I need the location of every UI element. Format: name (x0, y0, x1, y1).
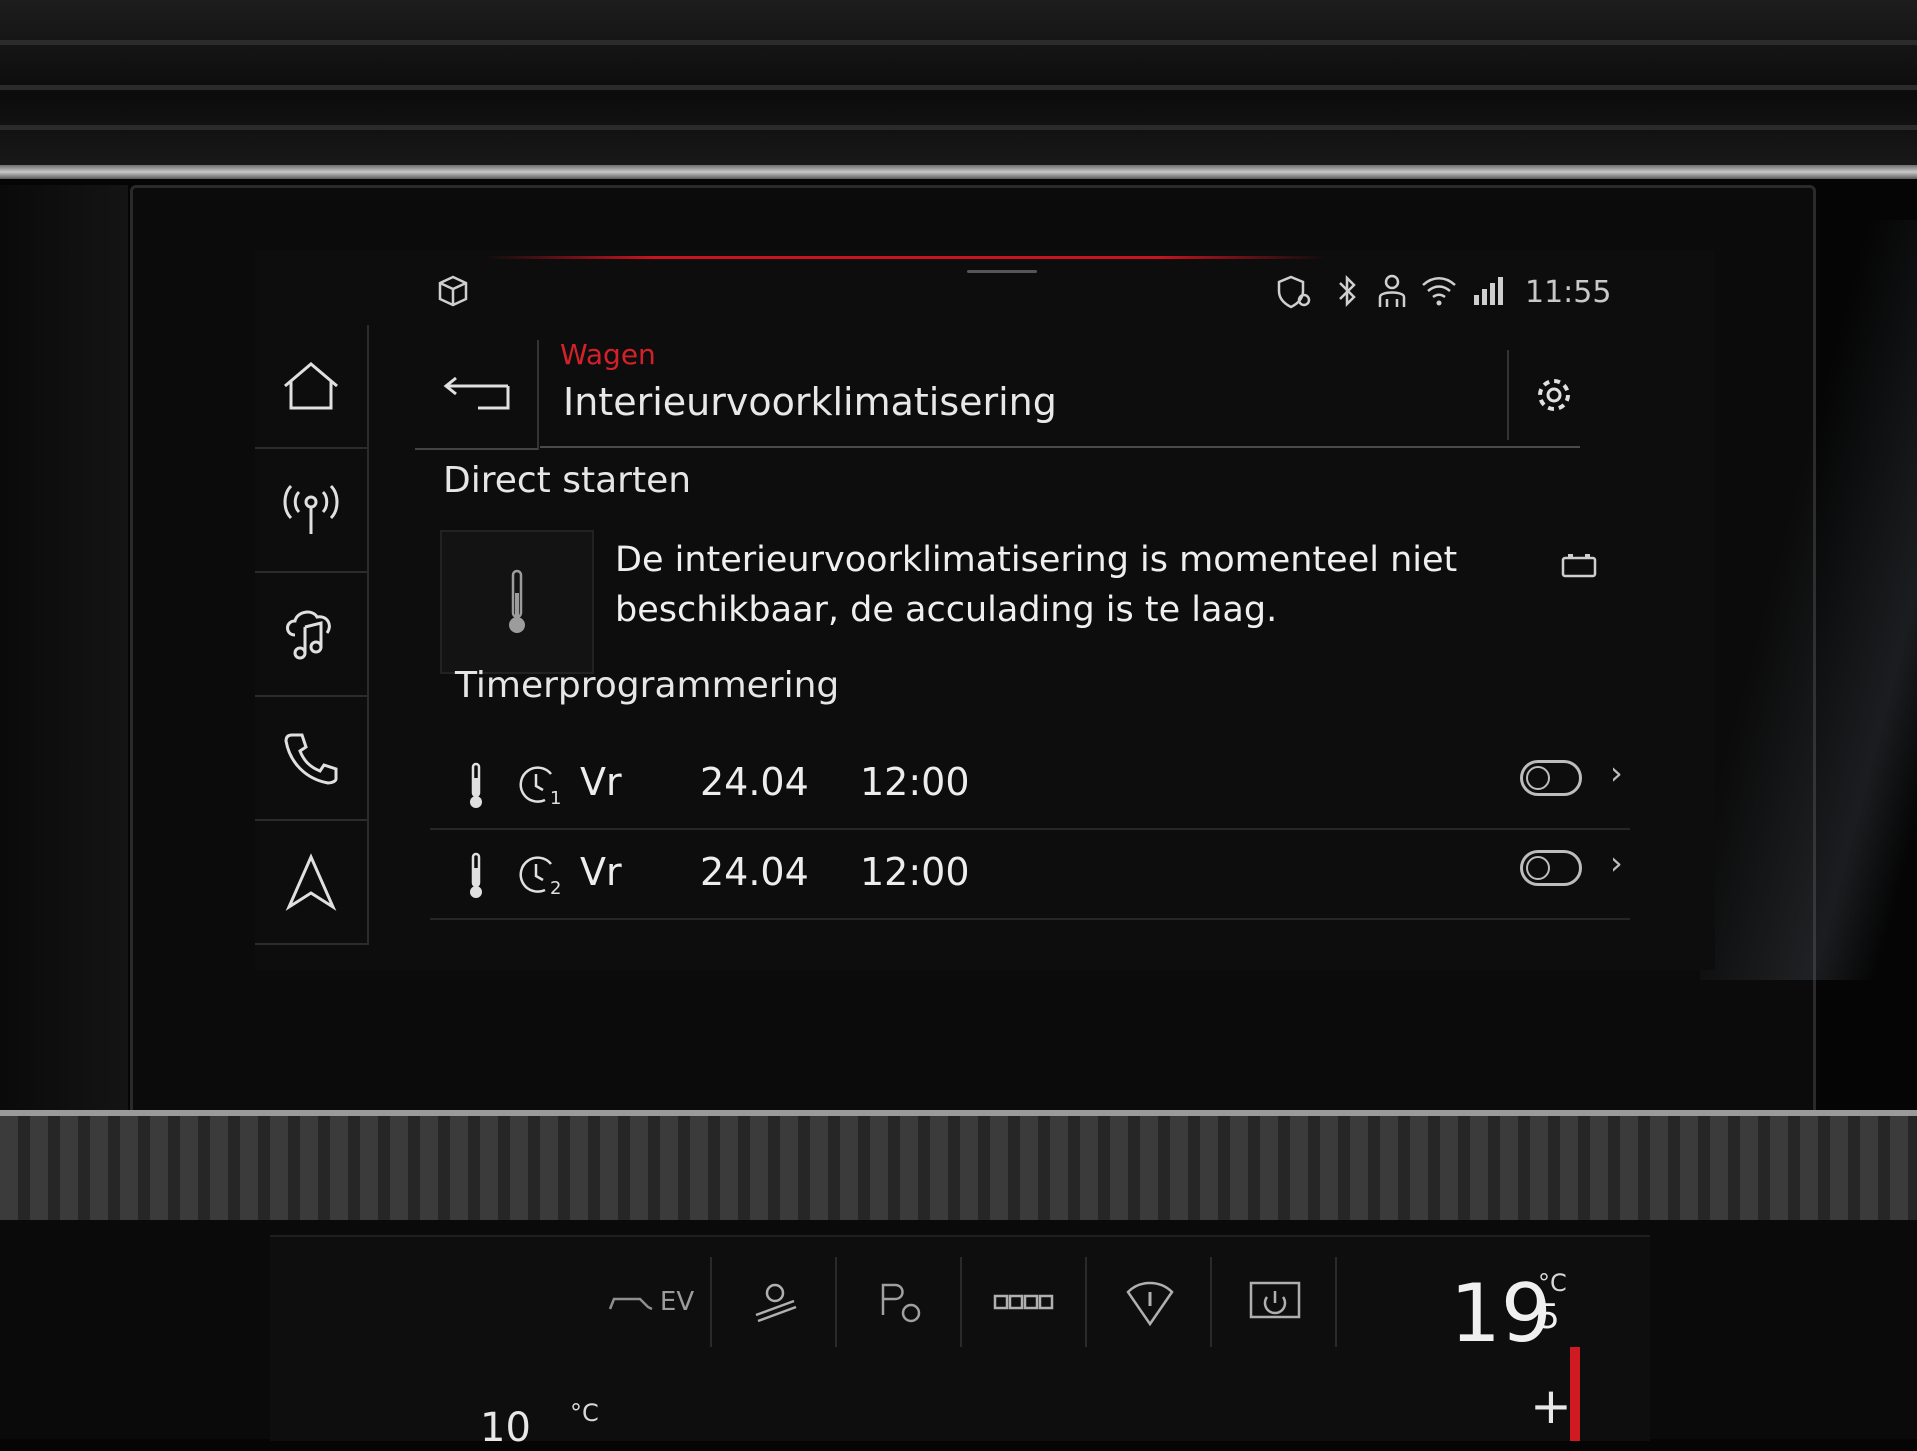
timer-day: Vr (580, 760, 622, 804)
side-navigation (255, 325, 369, 955)
location-shield-icon (1275, 273, 1313, 315)
chrome-trim (0, 165, 1917, 179)
glass-reflection (1700, 220, 1917, 980)
ev-label: EV (659, 1287, 695, 1317)
temperature-right[interactable]: 19 (1450, 1267, 1552, 1360)
chevron-right-icon[interactable]: › (1610, 844, 1623, 882)
parking-icon (881, 1283, 921, 1323)
navigation-arrow-icon (285, 853, 337, 911)
timer-toggle[interactable] (1520, 850, 1582, 886)
timer-number: 1 (550, 788, 562, 809)
timer-time: 12:00 (860, 850, 970, 894)
temperature-left-unit: °C (570, 1399, 599, 1427)
drive-select-icon (755, 1283, 797, 1323)
signal-strength-icon (1470, 273, 1506, 313)
thermometer-icon (465, 852, 487, 904)
back-arrow-icon (443, 376, 510, 410)
temperature-indicator-bar (1570, 1347, 1580, 1441)
breadcrumb[interactable]: Wagen (560, 338, 656, 371)
dashboard-top (0, 0, 1917, 175)
power-screen-icon (1249, 1281, 1301, 1319)
wifi-icon (1420, 273, 1458, 311)
screen-off-button[interactable] (1215, 1257, 1337, 1347)
left-panel (0, 185, 128, 1115)
temperature-decimal: 5 (1538, 1297, 1560, 1337)
status-bar: 11:55 (255, 265, 1715, 315)
car-icon (608, 1297, 653, 1311)
temperature-increase-button[interactable]: + (1530, 1377, 1572, 1435)
drive-select-button[interactable] (715, 1257, 837, 1347)
battery-icon (1560, 550, 1598, 584)
infotainment-screen: 11:55 Wagen Interieurvoorklimatisering D… (255, 250, 1715, 970)
seat-row-icon (993, 1294, 1054, 1310)
person-icon (1375, 273, 1409, 315)
chevron-right-icon[interactable]: › (1610, 754, 1623, 792)
vent-slat (0, 85, 1917, 90)
clock: 11:55 (1525, 275, 1612, 310)
hazard-lights-button[interactable] (965, 1257, 1087, 1347)
gear-icon (1538, 379, 1570, 411)
back-button[interactable] (415, 340, 539, 450)
timer-time: 12:00 (860, 760, 970, 804)
music-cloud-icon (286, 610, 331, 660)
cube-icon[interactable] (435, 273, 471, 313)
home-icon (284, 362, 338, 410)
phone-icon (284, 733, 338, 785)
page-title: Interieurvoorklimatisering (563, 380, 1057, 424)
textured-trim (0, 1110, 1917, 1226)
nav-media-button[interactable] (255, 573, 369, 697)
timer-row[interactable]: 1 Vr 24.04 12:00 › (430, 740, 1630, 830)
direct-start-heading: Direct starten (443, 460, 692, 501)
esc-off-button[interactable] (1090, 1257, 1212, 1347)
timer-date: 24.04 (700, 760, 809, 804)
timer-heading: Timerprogrammering (455, 665, 840, 706)
temperature-left[interactable]: 10 (480, 1405, 531, 1451)
timer-row[interactable]: 2 Vr 24.04 12:00 › (430, 830, 1630, 920)
timer-number: 2 (550, 878, 562, 899)
radio-antenna-icon (283, 484, 339, 534)
climate-screen: EV 19 °C 5 10 °C + (270, 1235, 1650, 1451)
nav-radio-button[interactable] (255, 449, 369, 573)
thermometer-icon (465, 762, 487, 814)
timer-date: 24.04 (700, 850, 809, 894)
ev-mode-button[interactable]: EV (590, 1257, 712, 1347)
bluetooth-icon (1335, 273, 1359, 313)
header-divider (540, 446, 1580, 448)
nav-home-button[interactable] (255, 325, 369, 449)
vent-slat (0, 40, 1917, 45)
thermometer-icon (509, 569, 525, 633)
nav-phone-button[interactable] (255, 697, 369, 821)
timer-day: Vr (580, 850, 622, 894)
stability-control-icon (1126, 1281, 1174, 1327)
accent-line (485, 256, 1325, 259)
settings-button[interactable] (1507, 350, 1599, 440)
vent-slat (0, 125, 1917, 130)
park-assist-button[interactable] (840, 1257, 962, 1347)
temperature-unit: °C (1538, 1269, 1567, 1297)
timer-toggle[interactable] (1520, 760, 1582, 796)
direct-start-tile[interactable] (440, 530, 594, 674)
unavailable-message: De interieurvoorklimatisering is momente… (615, 540, 1458, 630)
nav-navigation-button[interactable] (255, 821, 369, 945)
